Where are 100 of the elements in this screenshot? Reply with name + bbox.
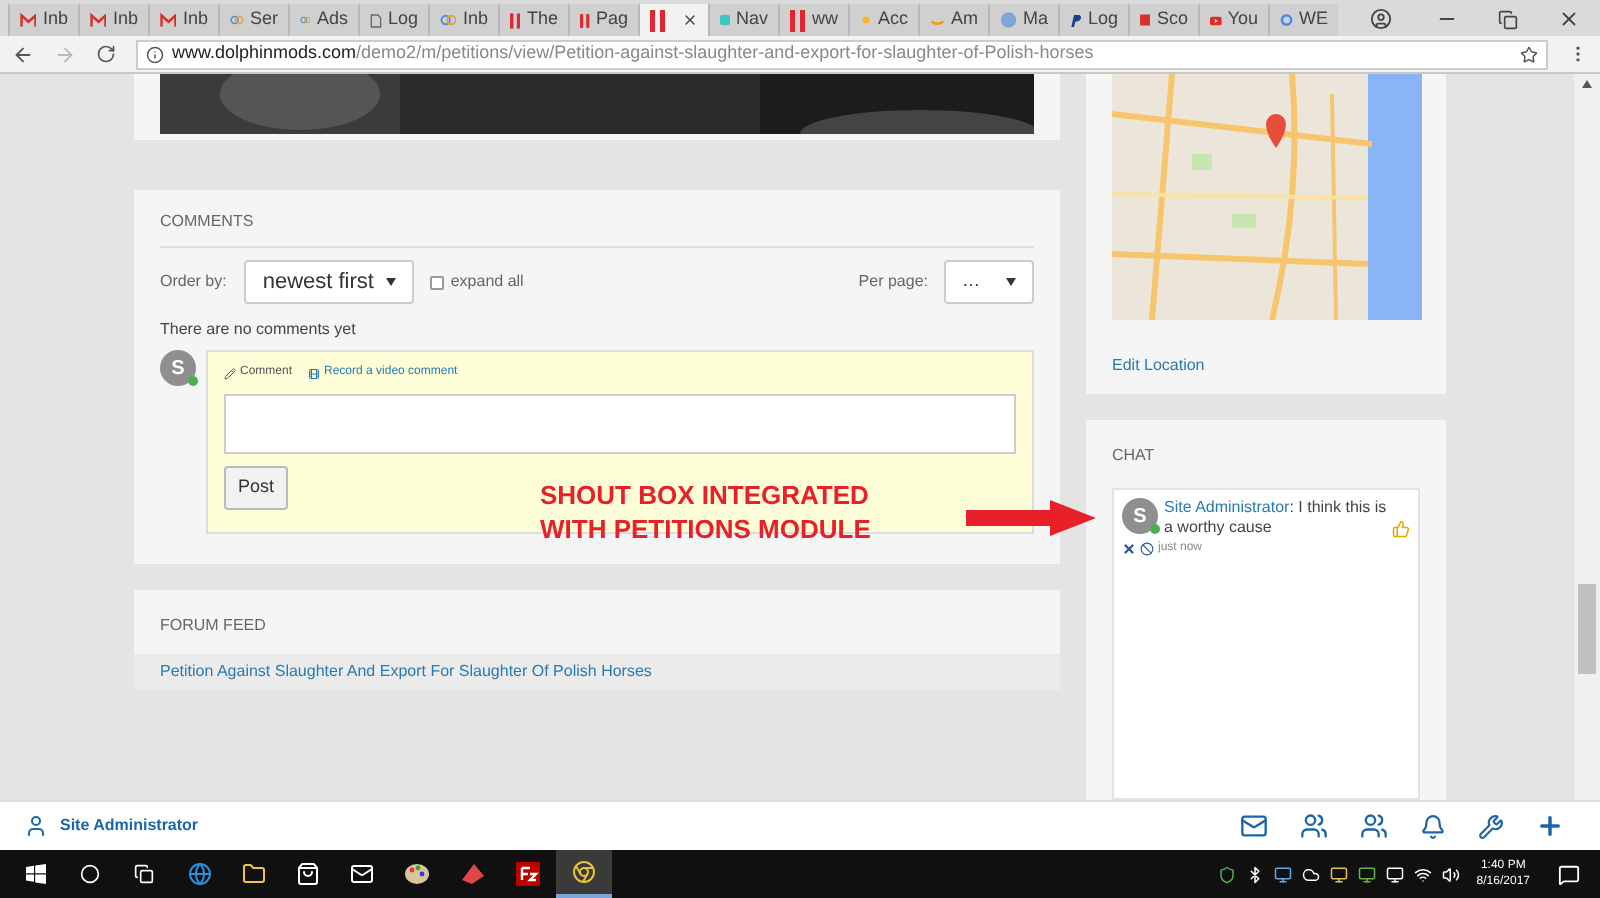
annotation-text: WITH PETITIONS MODULE [540,512,871,546]
bluetooth-icon[interactable] [1246,865,1265,883]
mail-icon [160,11,177,29]
arrow-icon [966,500,1096,536]
browser-tab[interactable]: Acc [848,4,918,36]
browser-tab[interactable]: Ser [218,4,288,36]
app-icon[interactable] [516,862,540,886]
search-icon[interactable] [80,864,100,884]
wifi-icon[interactable] [1414,865,1433,883]
scrollbar-thumb[interactable] [1578,584,1596,674]
order-select[interactable]: newest first [244,260,415,304]
bell-icon[interactable] [1420,813,1446,839]
per-page-label: Per page: [858,270,928,294]
post-button[interactable]: Post [224,466,289,510]
chat-message: Site Administrator: I think this is a worthy cause [1164,498,1388,538]
wrench-icon[interactable] [1478,813,1504,839]
monitor-icon[interactable] [1358,865,1377,883]
monitor-icon[interactable] [1386,865,1405,883]
expand-checkbox[interactable] [430,275,445,289]
thumbs-up-icon [1392,520,1410,538]
browser-icon[interactable] [188,862,212,886]
browser-tab[interactable]: ww [778,4,848,36]
shield-icon[interactable] [1218,865,1237,883]
app-icon[interactable] [460,862,486,886]
caret-icon [386,278,397,286]
per-page-select[interactable]: … [944,260,1034,304]
plus-icon[interactable] [1536,812,1564,840]
windows-icon[interactable] [26,864,46,884]
people-icon[interactable] [1360,812,1388,840]
cloud-icon[interactable] [1302,865,1321,883]
store-icon[interactable] [296,862,320,886]
page-icon [370,9,382,31]
browser-tab[interactable]: Nav [708,4,778,36]
restore-icon[interactable] [1498,10,1518,30]
browser-tab[interactable]: WE [1268,4,1338,36]
browser-tab[interactable]: Inb [428,4,498,36]
pencil-icon [224,367,236,379]
globe-icon [1000,10,1017,30]
browser-tab[interactable]: Inb [78,4,148,36]
browser-tab[interactable]: Sco [1128,4,1198,36]
section-title: CHAT [1112,444,1157,468]
empty-message: There are no comments yet [160,318,358,342]
bars-icon [790,9,806,31]
url-text: www.dolphinmods.com/demo2/m/petitions/view/Petition-against-slaughter-and-export-for-slaughter-of-Polish-horses [172,40,1094,67]
monitor-icon[interactable] [1274,865,1293,883]
browser-tab[interactable]: Inb [148,4,218,36]
browser-tab[interactable]: Log [358,4,428,36]
bookmark-star-icon[interactable] [1520,45,1538,63]
bars-icon [510,9,521,31]
scrollbar[interactable] [1574,74,1600,800]
browser-tab[interactable]: Ads [288,4,358,36]
scroll-up-icon[interactable] [1582,80,1592,88]
square-icon [1140,10,1151,30]
edit-location-link[interactable]: Edit Location [1112,354,1205,378]
people-icon[interactable] [1300,812,1328,840]
mail-icon [20,11,37,29]
delete-icon[interactable] [1122,542,1136,556]
order-label: Order by: [160,270,227,294]
folder-icon[interactable] [242,862,266,886]
chrome-icon [572,860,596,884]
close-icon[interactable] [1558,8,1580,30]
browser-tab[interactable]: Pag [568,4,638,36]
notifications-icon[interactable] [1558,863,1580,885]
browser-tab[interactable]: Am [918,4,988,36]
mail-icon [90,11,107,29]
caret-icon [1006,278,1016,286]
monitor-icon[interactable] [1330,865,1349,883]
address-bar[interactable]: www.dolphinmods.com/demo2/m/petitions/view/Petition-against-slaughter-and-export-for-slaughter-of-Polish-horses [136,39,1548,69]
browser-tab[interactable]: The [498,4,568,36]
square-icon [720,10,730,30]
browser-tab[interactable] [638,4,708,36]
sun-icon [860,10,872,30]
film-icon [308,367,321,379]
annotation-text: SHOUT BOX INTEGRATED [540,478,871,512]
rings-icon [230,12,244,28]
avatar: S [160,350,196,386]
bars-icon [650,9,666,31]
section-title: FORUM FEED [158,614,268,638]
reload-icon[interactable] [96,44,116,64]
taskbar-app[interactable] [556,850,612,898]
palette-icon[interactable] [404,862,430,886]
user-name[interactable]: Site Administrator [60,814,199,838]
rings-icon [300,12,311,28]
paypal-icon [1070,9,1082,31]
close-icon[interactable] [682,12,698,28]
forum-feed-link[interactable]: Petition Against Slaughter And Export For Slaughter Of Polish Horses [134,654,1060,690]
browser-tab[interactable]: You [1198,4,1268,36]
expand-label: expand all [450,270,524,294]
block-icon[interactable] [1140,542,1154,556]
back-icon[interactable] [12,43,34,65]
play-icon [1210,11,1222,29]
profile-icon[interactable] [1370,8,1392,30]
section-title: COMMENTS [160,210,1034,248]
browser-tab[interactable]: Inb [8,4,78,36]
browser-tab[interactable]: Ma [988,4,1058,36]
comment-input[interactable] [224,394,1016,454]
browser-tab[interactable]: Log [1058,4,1128,36]
rings-icon [440,12,457,28]
volume-icon[interactable] [1442,865,1461,883]
task-view-icon[interactable] [134,864,154,884]
